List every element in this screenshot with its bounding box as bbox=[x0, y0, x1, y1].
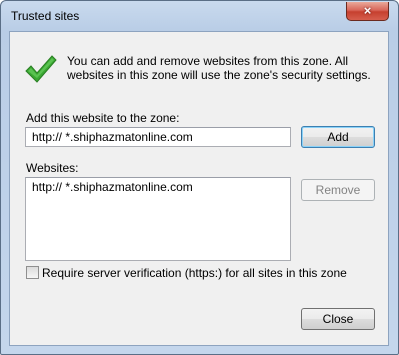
dialog-body: You can add and remove websites from thi… bbox=[9, 31, 389, 346]
remove-button[interactable]: Remove bbox=[301, 179, 375, 201]
dialog-title: Trusted sites bbox=[11, 9, 80, 23]
check-icon bbox=[25, 55, 57, 83]
list-item[interactable]: http:// *.shiphazmatonline.com bbox=[26, 178, 290, 196]
title-close-button[interactable]: × bbox=[346, 2, 389, 21]
add-site-label: Add this website to the zone: bbox=[26, 111, 180, 125]
info-message: You can add and remove websites from thi… bbox=[67, 54, 371, 82]
https-checkbox[interactable] bbox=[26, 266, 39, 279]
close-button[interactable]: Close bbox=[301, 308, 375, 330]
title-bar[interactable]: Trusted sites × bbox=[1, 1, 398, 31]
add-button[interactable]: Add bbox=[301, 126, 375, 148]
add-site-input[interactable] bbox=[25, 127, 291, 147]
websites-list[interactable]: http:// *.shiphazmatonline.com bbox=[25, 177, 291, 261]
https-checkbox-label: Require server verification (https:) for… bbox=[42, 266, 347, 280]
trusted-sites-dialog: Trusted sites × You can add and remove w… bbox=[0, 0, 399, 355]
websites-label: Websites: bbox=[26, 161, 79, 175]
